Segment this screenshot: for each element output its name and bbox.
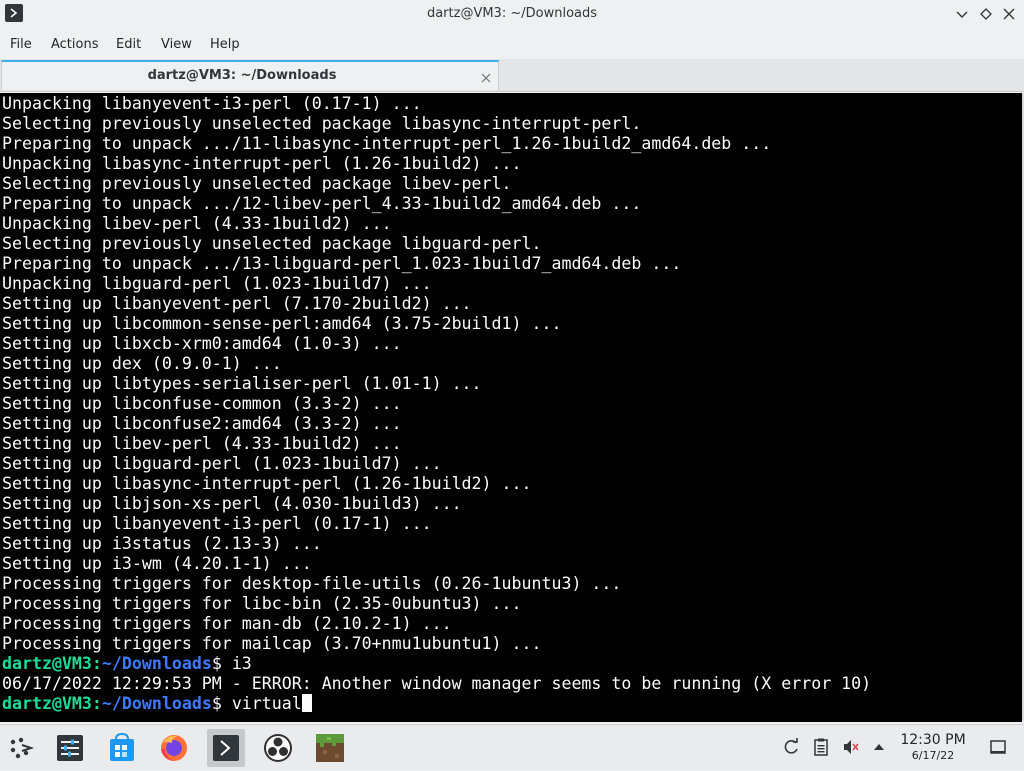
maximize-button[interactable] bbox=[977, 5, 995, 23]
menu-bar: File Actions Edit View Help bbox=[0, 30, 1024, 58]
terminal-line: Processing triggers for desktop-file-uti… bbox=[2, 574, 622, 593]
tab-close-button[interactable] bbox=[480, 69, 492, 83]
firefox-icon[interactable] bbox=[157, 731, 191, 765]
diamond-icon bbox=[980, 8, 992, 20]
application-launcher-icon[interactable] bbox=[4, 731, 38, 765]
error-line: 06/17/2022 12:29:53 PM - ERROR: Another … bbox=[2, 674, 872, 693]
chevron-down-icon bbox=[956, 11, 968, 18]
close-icon bbox=[481, 73, 491, 83]
terminal-line: Preparing to unpack .../12-libev-perl_4.… bbox=[2, 194, 642, 213]
terminal-line: Selecting previously unselected package … bbox=[2, 234, 542, 253]
terminal-line: Setting up libjson-xs-perl (4.030-1build… bbox=[2, 494, 462, 513]
konsole-terminal-icon[interactable] bbox=[207, 729, 245, 767]
terminal-line: Preparing to unpack .../13-libguard-perl… bbox=[2, 254, 682, 273]
close-button[interactable] bbox=[1000, 5, 1018, 23]
tray-expand-arrow-icon[interactable] bbox=[869, 737, 889, 757]
prompt-command: i3 bbox=[231, 654, 252, 673]
terminal-line: Unpacking libanyevent-i3-perl (0.17-1) .… bbox=[2, 94, 422, 113]
prompt-separator: : bbox=[91, 654, 102, 673]
tab-downloads[interactable]: dartz@VM3: ~/Downloads bbox=[1, 60, 499, 90]
show-desktop-icon[interactable] bbox=[988, 737, 1008, 757]
konsole-window: dartz@VM3: ~/Downloads File Actions Edit… bbox=[0, 0, 1024, 724]
prompt-user: dartz@VM3 bbox=[2, 694, 92, 713]
prompt-symbol: $ bbox=[211, 694, 232, 713]
prompt-separator: : bbox=[91, 694, 102, 713]
tab-bar: dartz@VM3: ~/Downloads bbox=[0, 59, 1024, 92]
text-cursor bbox=[301, 694, 312, 712]
tab-label: dartz@VM3: ~/Downloads bbox=[147, 68, 337, 83]
terminal-line: Processing triggers for mailcap (3.70+nm… bbox=[2, 634, 542, 653]
terminal-line: Preparing to unpack .../11-libasync-inte… bbox=[2, 134, 772, 153]
prompt-symbol: $ bbox=[211, 654, 232, 673]
menu-edit[interactable]: Edit bbox=[116, 37, 141, 52]
close-icon bbox=[1003, 8, 1015, 20]
terminal-line: Selecting previously unselected package … bbox=[2, 174, 512, 193]
taskbar: 12:30 PM 6/17/22 bbox=[0, 724, 1024, 769]
clock-time[interactable]: 12:30 PM bbox=[895, 732, 971, 748]
terminal-lines: Unpacking libanyevent-i3-perl (0.17-1) .… bbox=[0, 94, 1022, 654]
terminal-line: Setting up libxcb-xrm0:amd64 (1.0-3) ... bbox=[2, 334, 402, 353]
update-notifier-icon[interactable] bbox=[781, 737, 801, 757]
system-settings-icon[interactable] bbox=[53, 731, 87, 765]
prompt-line-2[interactable]: dartz@VM3:~/Downloads$ virtual bbox=[0, 694, 1022, 714]
clipboard-icon[interactable] bbox=[811, 737, 831, 757]
terminal-line: Setting up libev-perl (4.33-1build2) ... bbox=[2, 434, 402, 453]
terminal-line: Setting up i3status (2.13-3) ... bbox=[2, 534, 322, 553]
command-input[interactable]: virtual bbox=[232, 694, 302, 713]
menu-actions[interactable]: Actions bbox=[51, 37, 99, 52]
terminal-line: Setting up libtypes-serialiser-perl (1.0… bbox=[2, 374, 482, 393]
terminal-line: Unpacking libev-perl (4.33-1build2) ... bbox=[2, 214, 392, 233]
terminal-line: Setting up dex (0.9.0-1) ... bbox=[2, 354, 282, 373]
menu-file[interactable]: File bbox=[10, 37, 32, 52]
terminal-line: Setting up libasync-interrupt-perl (1.26… bbox=[2, 474, 532, 493]
terminal-line: Processing triggers for man-db (2.10.2-1… bbox=[2, 614, 452, 633]
minecraft-icon[interactable] bbox=[313, 731, 347, 765]
title-bar[interactable]: dartz@VM3: ~/Downloads bbox=[0, 0, 1024, 29]
terminal-line: Setting up libanyevent-i3-perl (0.17-1) … bbox=[2, 514, 432, 533]
discover-store-icon[interactable] bbox=[105, 731, 139, 765]
prompt-path: ~/Downloads bbox=[101, 654, 212, 673]
terminal-line: Unpacking libasync-interrupt-perl (1.26-… bbox=[2, 154, 522, 173]
terminal-line: Processing triggers for libc-bin (2.35-0… bbox=[2, 594, 522, 613]
prompt-user: dartz@VM3 bbox=[2, 654, 92, 673]
terminal-line: Selecting previously unselected package … bbox=[2, 114, 642, 133]
clock-date[interactable]: 6/17/22 bbox=[895, 749, 971, 762]
terminal-line: Setting up libguard-perl (1.023-1build7)… bbox=[2, 454, 442, 473]
terminal-line: Setting up i3-wm (4.20.1-1) ... bbox=[2, 554, 312, 573]
obs-studio-icon[interactable] bbox=[261, 731, 295, 765]
volume-muted-icon[interactable] bbox=[841, 737, 861, 757]
window-title: dartz@VM3: ~/Downloads bbox=[426, 6, 598, 21]
terminal-line: Setting up libcommon-sense-perl:amd64 (3… bbox=[2, 314, 562, 333]
terminal-output[interactable]: Unpacking libanyevent-i3-perl (0.17-1) .… bbox=[0, 93, 1022, 722]
terminal-line: Unpacking libguard-perl (1.023-1build7) … bbox=[2, 274, 432, 293]
minimize-button[interactable] bbox=[953, 5, 971, 23]
prompt-line-1: dartz@VM3:~/Downloads$ i3 bbox=[0, 654, 1022, 674]
terminal-line: Setting up libanyevent-perl (7.170-2buil… bbox=[2, 294, 472, 313]
menu-help[interactable]: Help bbox=[210, 37, 240, 52]
terminal-line: Setting up libconfuse2:amd64 (3.3-2) ... bbox=[2, 414, 402, 433]
terminal-line: Setting up libconfuse-common (3.3-2) ... bbox=[2, 394, 402, 413]
menu-view[interactable]: View bbox=[161, 37, 192, 52]
prompt-path: ~/Downloads bbox=[101, 694, 212, 713]
